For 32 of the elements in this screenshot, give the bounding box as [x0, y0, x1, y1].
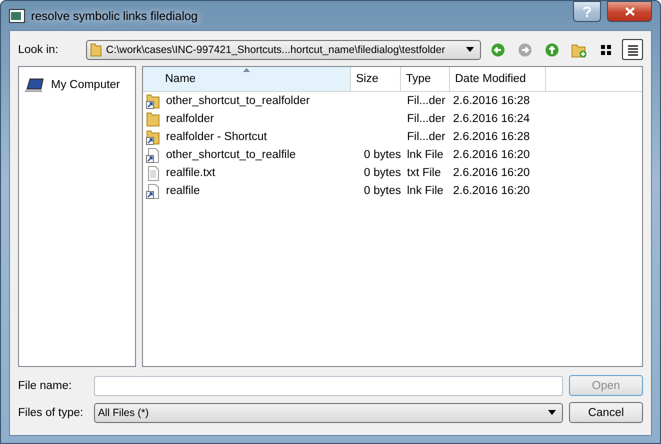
- type-cell-text: lnk File: [406, 185, 444, 197]
- size-cell-text: 0 bytes: [362, 185, 402, 197]
- file-name-cell[interactable]: realfolder: [143, 112, 351, 126]
- type-cell-text: txt File: [406, 167, 442, 179]
- type-cell-text: Fil...der: [406, 95, 446, 107]
- file-type-value: All Files (*): [98, 406, 150, 418]
- file-type-label: Files of type:: [18, 406, 84, 418]
- date-cell-text: 2.6.2016 16:28: [452, 95, 531, 107]
- size-cell-text: 0 bytes: [362, 167, 402, 179]
- file-name-cell[interactable]: other_shortcut_to_realfile: [143, 148, 351, 162]
- path-text: C:\work\cases\INC-997421_Shortcuts...hortcut_name\filedialog\testfolder: [106, 44, 446, 56]
- type-cell-text: Fil...der: [406, 113, 446, 125]
- column-header[interactable]: Name: [143, 67, 351, 91]
- file-name-cell[interactable]: realfolder - Shortcut: [143, 130, 351, 144]
- type-cell-text: lnk File: [406, 149, 444, 161]
- size-cell-text: 0 bytes: [362, 149, 402, 161]
- file-name-cell[interactable]: realfile: [143, 184, 351, 198]
- date-cell-text: 2.6.2016 16:20: [452, 185, 531, 197]
- file-name-cell[interactable]: realfile.txt: [143, 166, 351, 180]
- date-cell-text: 2.6.2016 16:24: [452, 113, 531, 125]
- cancel-button[interactable]: Cancel: [569, 402, 643, 423]
- sidebar-item[interactable]: My Computer: [23, 75, 131, 95]
- date-cell-text: 2.6.2016 16:20: [452, 149, 531, 161]
- type-cell-text: Fil...der: [406, 131, 446, 143]
- file-type-dropdown[interactable]: All Files (*): [94, 402, 563, 422]
- look-in-label: Look in:: [18, 44, 60, 56]
- window-title: resolve symbolic links filedialog: [31, 8, 199, 22]
- file-name-label: File name:: [18, 380, 73, 392]
- date-cell-text: 2.6.2016 16:28: [452, 131, 531, 143]
- look-in-dropdown[interactable]: C:\work\cases\INC-997421_Shortcuts...hortcut_name\filedialog\testfolder: [86, 40, 481, 60]
- date-cell-text: 2.6.2016 16:20: [452, 167, 531, 179]
- file-name-cell[interactable]: other_shortcut_to_realfolder: [143, 94, 351, 108]
